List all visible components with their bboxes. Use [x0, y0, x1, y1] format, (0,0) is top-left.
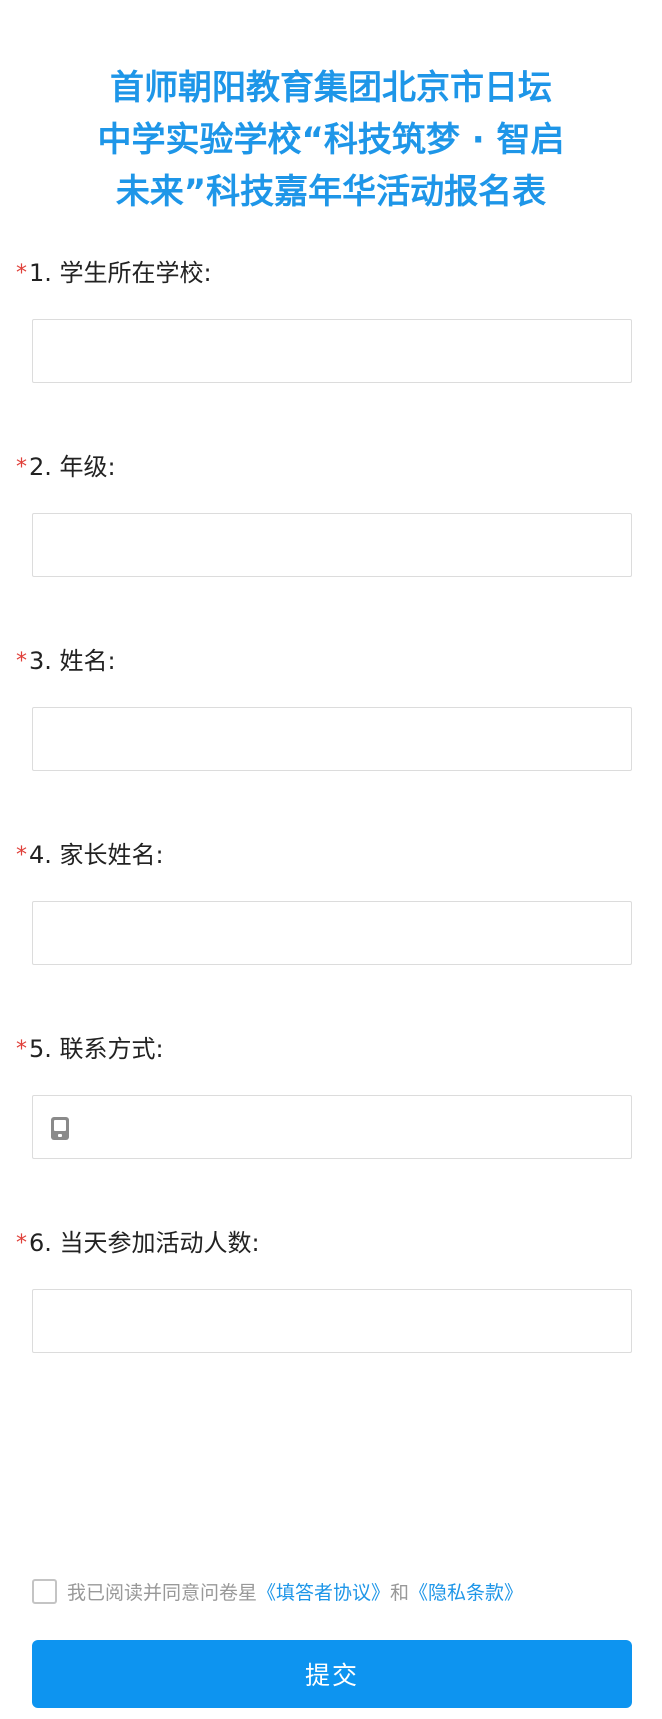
question-label: *6. 当天参加活动人数:: [16, 1225, 260, 1261]
question-label-text: 3. 姓名:: [29, 647, 116, 675]
question-label-text: 4. 家长姓名:: [29, 841, 164, 869]
name-input[interactable]: [33, 708, 631, 770]
question-label: *5. 联系方式:: [16, 1031, 164, 1067]
question-label-text: 2. 年级:: [29, 453, 116, 481]
question-label: *3. 姓名:: [16, 643, 116, 679]
phone-icon: [51, 1117, 69, 1140]
school-input-box: [32, 319, 632, 383]
agreement-connector: 和: [390, 1581, 410, 1604]
grade-input[interactable]: [33, 514, 631, 576]
question-label-text: 5. 联系方式:: [29, 1035, 164, 1063]
required-mark: *: [16, 843, 27, 868]
agreement-checkbox[interactable]: [32, 1578, 57, 1604]
attendee-count-input[interactable]: [33, 1290, 631, 1352]
agreement-row: 我已阅读并同意问卷星 《填答者协议》 和 《隐私条款》: [32, 1576, 523, 1606]
required-mark: *: [16, 1231, 27, 1256]
form-title-line: 未来”科技嘉年华活动报名表: [115, 172, 547, 212]
contact-input[interactable]: [33, 1096, 631, 1158]
required-mark: *: [16, 261, 27, 286]
name-input-box: [32, 707, 632, 771]
privacy-policy-link[interactable]: 《隐私条款》: [409, 1578, 523, 1605]
grade-input-box: [32, 513, 632, 577]
contact-input-box: [32, 1095, 632, 1159]
question-label: *4. 家长姓名:: [16, 837, 164, 873]
agreement-text: 我已阅读并同意问卷星: [67, 1581, 258, 1604]
question-label-text: 1. 学生所在学校:: [29, 259, 212, 287]
question-label: *2. 年级:: [16, 449, 116, 485]
required-mark: *: [16, 1037, 27, 1062]
submit-button[interactable]: 提交: [32, 1640, 632, 1708]
required-mark: *: [16, 455, 27, 480]
respondent-agreement-link[interactable]: 《填答者协议》: [257, 1578, 390, 1605]
school-input[interactable]: [33, 320, 631, 382]
parent-name-input[interactable]: [33, 902, 631, 964]
attendee-count-input-box: [32, 1289, 632, 1353]
form-title-line: 首师朝阳教育集团北京市日坛: [110, 68, 552, 108]
survey-page: 首师朝阳教育集团北京市日坛 中学实验学校“科技筑梦 · 智启 未来”科技嘉年华活…: [0, 0, 662, 1719]
form-title: 首师朝阳教育集团北京市日坛 中学实验学校“科技筑梦 · 智启 未来”科技嘉年华活…: [40, 62, 622, 218]
form-title-line: 中学实验学校“科技筑梦 · 智启: [97, 120, 565, 160]
required-mark: *: [16, 649, 27, 674]
question-label: *1. 学生所在学校:: [16, 255, 212, 291]
parent-name-input-box: [32, 901, 632, 965]
question-label-text: 6. 当天参加活动人数:: [29, 1229, 260, 1257]
